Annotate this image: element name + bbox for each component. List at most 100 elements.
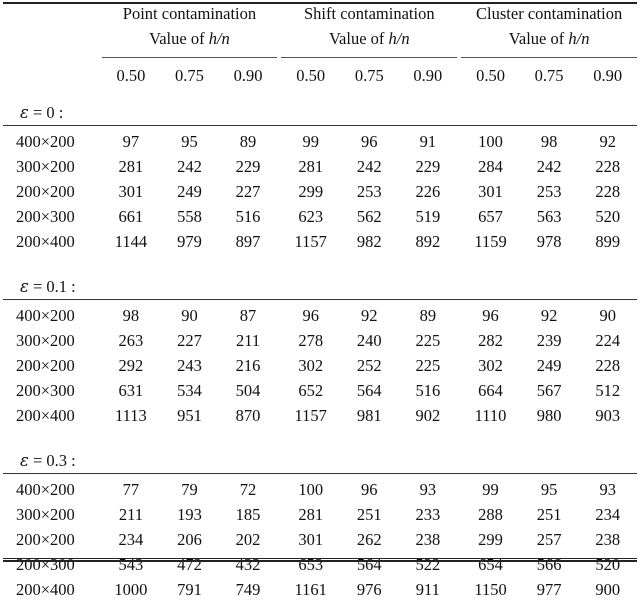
row-label: 200×200 bbox=[16, 529, 75, 549]
data-cell: 242 bbox=[356, 156, 382, 176]
data-cell: 93 bbox=[599, 479, 616, 499]
data-cell: 98 bbox=[122, 305, 140, 325]
data-cell: 1157 bbox=[294, 405, 327, 425]
data-cell: 96 bbox=[302, 305, 319, 325]
subcolumn-header: 0.50 bbox=[476, 65, 505, 85]
data-cell: 1144 bbox=[114, 231, 148, 251]
data-cell: 911 bbox=[415, 579, 440, 599]
data-cell: 978 bbox=[536, 231, 562, 251]
data-cell: 227 bbox=[177, 330, 202, 350]
row-label: 300×200 bbox=[16, 504, 75, 524]
data-cell: 281 bbox=[298, 504, 324, 524]
row-label: 200×400 bbox=[16, 405, 75, 425]
subcolumn-header: 0.75 bbox=[534, 65, 564, 85]
data-cell: 99 bbox=[302, 131, 319, 151]
data-cell: 562 bbox=[356, 206, 382, 226]
data-cell: 206 bbox=[177, 529, 202, 549]
data-cell: 92 bbox=[540, 305, 558, 325]
data-cell: 299 bbox=[478, 529, 503, 549]
data-cell: 977 bbox=[536, 579, 562, 599]
data-cell: 981 bbox=[356, 405, 382, 425]
data-cell: 95 bbox=[540, 479, 558, 499]
data-cell: 95 bbox=[181, 131, 198, 151]
table-row: 400×200 98 90 87 96 92 89 96 92 90 bbox=[3, 301, 637, 326]
data-cell: 631 bbox=[118, 380, 144, 400]
data-cell: 100 bbox=[298, 479, 324, 499]
data-cell: 657 bbox=[478, 206, 503, 226]
subcolumn-header: 0.90 bbox=[233, 65, 263, 85]
data-cell: 302 bbox=[298, 355, 324, 375]
data-cell: 951 bbox=[177, 405, 202, 425]
data-cell: 193 bbox=[177, 504, 202, 524]
table-bottom-rule bbox=[3, 560, 637, 562]
data-cell: 242 bbox=[536, 156, 562, 176]
data-cell: 519 bbox=[415, 206, 441, 226]
data-cell: 288 bbox=[478, 504, 503, 524]
epsilon-label: ε = 0 : bbox=[3, 87, 637, 126]
data-cell: 749 bbox=[235, 579, 261, 599]
subtitle-prefix: Value of bbox=[149, 28, 209, 48]
column-group-rule bbox=[461, 50, 637, 58]
data-cell: 870 bbox=[235, 405, 261, 425]
section-label-row: ε = 0 : bbox=[3, 87, 637, 126]
data-cell: 976 bbox=[356, 579, 382, 599]
data-cell: 902 bbox=[415, 405, 441, 425]
data-cell: 979 bbox=[177, 231, 202, 251]
column-group-rule bbox=[281, 50, 458, 58]
data-cell: 302 bbox=[478, 355, 503, 375]
epsilon-symbol: ε bbox=[20, 276, 29, 296]
data-cell: 897 bbox=[235, 231, 261, 251]
table-row: 200×400 1113 951 870 1157 981 902 1110 980 903 bbox=[3, 401, 637, 426]
data-cell: 233 bbox=[415, 504, 441, 524]
data-cell: 249 bbox=[536, 355, 562, 375]
data-cell: 89 bbox=[239, 131, 257, 151]
row-label-subheader bbox=[3, 24, 102, 50]
data-cell: 278 bbox=[298, 330, 324, 350]
data-cell: 89 bbox=[419, 305, 437, 325]
data-cell: 185 bbox=[235, 504, 261, 524]
data-cell: 224 bbox=[595, 330, 621, 350]
data-cell: 211 bbox=[118, 504, 143, 524]
data-cell: 240 bbox=[356, 330, 382, 350]
data-cell: 900 bbox=[595, 579, 621, 599]
data-cell: 253 bbox=[356, 181, 382, 201]
epsilon-label: ε = 0.1 : bbox=[3, 261, 637, 300]
data-cell: 262 bbox=[356, 529, 382, 549]
results-table: Point contamination Shift contamination Cl… bbox=[3, 0, 637, 600]
subcolumn-header: 0.90 bbox=[593, 65, 623, 85]
data-cell: 504 bbox=[235, 380, 261, 400]
row-label: 200×300 bbox=[16, 206, 75, 226]
data-cell: 903 bbox=[595, 405, 621, 425]
data-cell: 211 bbox=[235, 330, 261, 350]
data-cell: 567 bbox=[536, 380, 562, 400]
data-cell: 652 bbox=[298, 380, 324, 400]
data-cell: 522 bbox=[415, 554, 441, 574]
table-row: 200×200 234 206 202 301 262 238 299 257 238 bbox=[3, 525, 637, 550]
subcolumn-header: 0.90 bbox=[413, 65, 443, 85]
column-group-subtitle: Value of h/n bbox=[461, 24, 637, 50]
data-cell: 1110 bbox=[474, 405, 507, 425]
data-cell: 791 bbox=[177, 579, 202, 599]
data-cell: 90 bbox=[599, 305, 616, 325]
header-group-rule-row bbox=[3, 50, 637, 58]
table-row: 400×200 77 79 72 100 96 93 99 95 93 bbox=[3, 475, 637, 500]
data-cell: 242 bbox=[177, 156, 202, 176]
data-cell: 520 bbox=[595, 206, 621, 226]
data-cell: 516 bbox=[235, 206, 261, 226]
data-cell: 226 bbox=[415, 181, 441, 201]
data-cell: 623 bbox=[298, 206, 324, 226]
table-row: 300×200 211 193 185 281 251 233 288 251 234 bbox=[3, 500, 637, 525]
data-cell: 202 bbox=[235, 529, 261, 549]
row-label: 400×200 bbox=[16, 131, 75, 151]
data-cell: 516 bbox=[415, 380, 441, 400]
data-cell: 79 bbox=[181, 479, 198, 499]
row-label: 200×200 bbox=[16, 181, 75, 201]
data-cell: 251 bbox=[356, 504, 382, 524]
table-row: 200×400 1000 791 749 1161 976 911 1150 977 900 bbox=[3, 575, 637, 600]
data-cell: 253 bbox=[536, 181, 562, 201]
table-row: 200×300 631 534 504 652 564 516 664 567 512 bbox=[3, 376, 637, 401]
subtitle-math: h/n bbox=[208, 28, 230, 48]
data-cell: 1157 bbox=[294, 231, 327, 251]
epsilon-symbol: ε bbox=[20, 102, 29, 122]
data-cell: 563 bbox=[536, 206, 562, 226]
